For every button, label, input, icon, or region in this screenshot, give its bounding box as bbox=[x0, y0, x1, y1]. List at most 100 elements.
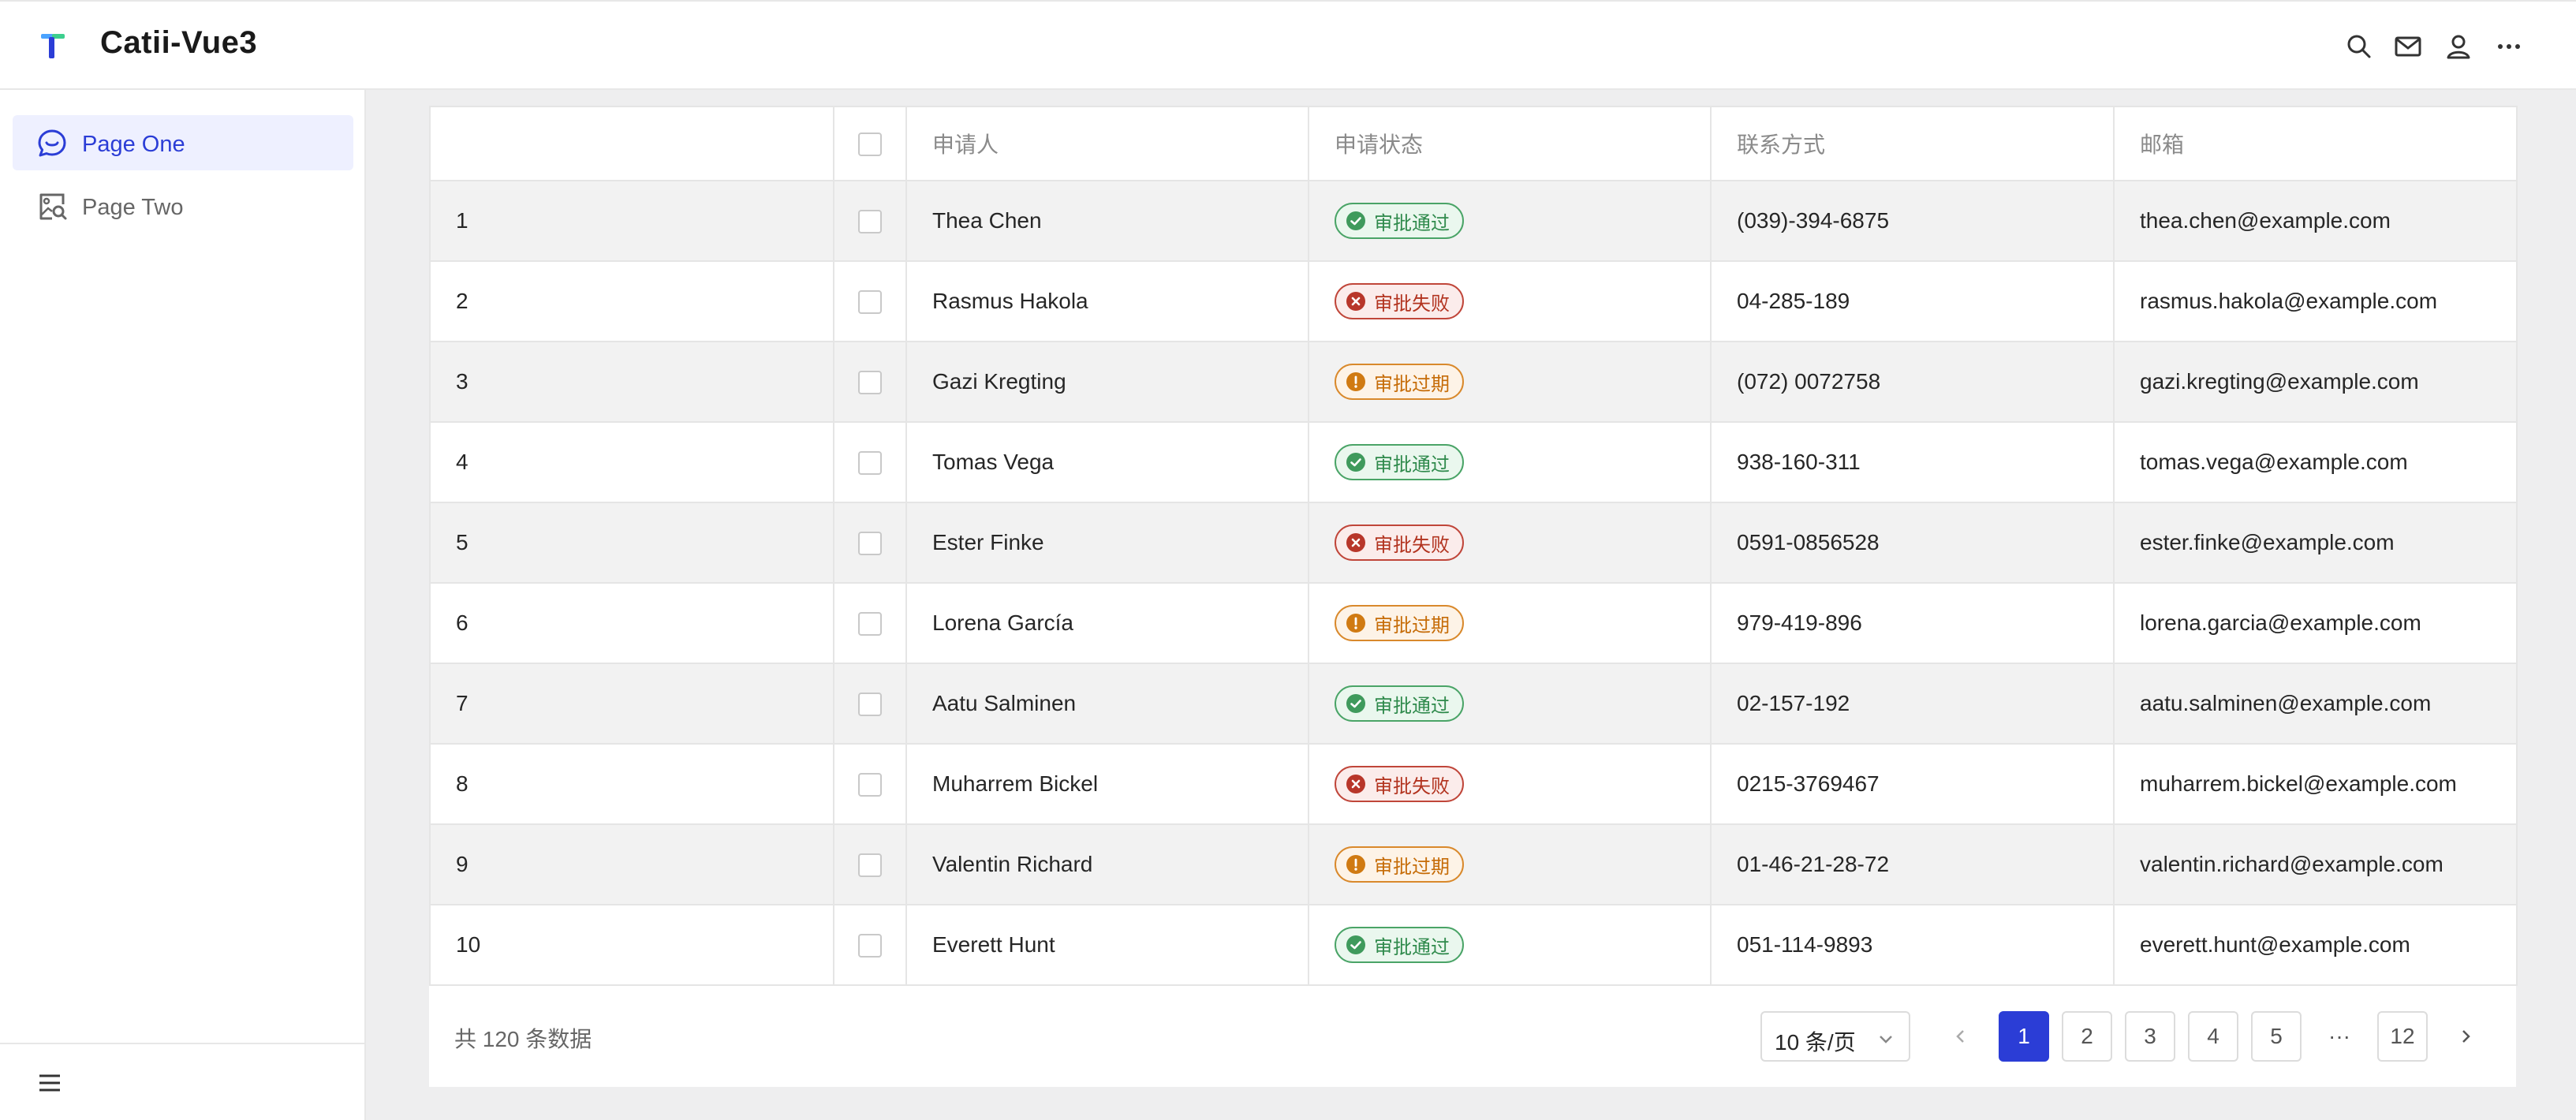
row-index: 9 bbox=[429, 823, 834, 905]
table-row[interactable]: 5 Ester Finke 审批失败 0591-0856528 ester.finke@… bbox=[429, 502, 2518, 584]
contact-email: rasmus.hakola@example.com bbox=[2113, 260, 2518, 342]
user-icon[interactable] bbox=[2443, 32, 2473, 62]
column-header-status[interactable]: 申请状态 bbox=[1308, 106, 1712, 181]
table-row[interactable]: 4 Tomas Vega 审批通过 938-160-311 tomas.vega@exa… bbox=[429, 421, 2518, 503]
app-title: Catii-Vue3 bbox=[100, 25, 258, 60]
table-row[interactable]: 6 Lorena García 审批过期 979-419-896 lorena.garc… bbox=[429, 582, 2518, 664]
sidebar-item-page-two[interactable]: Page Two bbox=[13, 178, 353, 233]
applicant-name: Ester Finke bbox=[905, 502, 1309, 584]
next-page-button[interactable] bbox=[2440, 1011, 2491, 1062]
contact-phone: 01-46-21-28-72 bbox=[1710, 823, 2115, 905]
status-text: 审批过期 bbox=[1374, 614, 1450, 637]
status-text: 审批失败 bbox=[1374, 293, 1450, 315]
table-row[interactable]: 1 Thea Chen 审批通过 (039)-394-6875 thea.chen@ex… bbox=[429, 180, 2518, 262]
status-cell: 审批过期 bbox=[1308, 341, 1712, 423]
applicant-name: Lorena García bbox=[905, 582, 1309, 664]
row-select-cell bbox=[833, 743, 907, 825]
contact-email: valentin.richard@example.com bbox=[2113, 823, 2518, 905]
row-checkbox[interactable] bbox=[858, 532, 882, 556]
table-card: 申请人 申请状态 联系方式 邮箱 1 Thea Chen 审批通过 (039)-394… bbox=[429, 106, 2518, 1087]
status-text: 审批失败 bbox=[1374, 534, 1450, 556]
contact-email: muharrem.bickel@example.com bbox=[2113, 743, 2518, 825]
top-header: Catii-Vue3 bbox=[0, 0, 2576, 90]
row-select-cell bbox=[833, 582, 907, 664]
row-select-cell bbox=[833, 823, 907, 905]
page-button-12[interactable]: 12 bbox=[2377, 1011, 2428, 1062]
chevron-down-icon bbox=[1880, 1036, 1892, 1043]
row-index: 1 bbox=[429, 180, 834, 262]
page-button-5[interactable]: 5 bbox=[2251, 1011, 2302, 1062]
sidebar-item-page-one[interactable]: Page One bbox=[13, 115, 353, 170]
page-button-3[interactable]: 3 bbox=[2125, 1011, 2175, 1062]
check-circle-icon bbox=[1346, 211, 1365, 230]
page-size-value: 10 条/页 bbox=[1775, 1030, 1856, 1055]
status-text: 审批过期 bbox=[1374, 856, 1450, 878]
applicant-name: Thea Chen bbox=[905, 180, 1309, 262]
search-icon[interactable] bbox=[2344, 32, 2374, 62]
contact-phone: 0215-3769467 bbox=[1710, 743, 2115, 825]
contact-phone: 938-160-311 bbox=[1710, 421, 2115, 503]
status-cell: 审批过期 bbox=[1308, 582, 1712, 664]
prev-page-button[interactable] bbox=[1936, 1011, 1986, 1062]
status-badge: 审批通过 bbox=[1335, 444, 1464, 480]
warning-circle-icon bbox=[1346, 855, 1365, 874]
status-text: 审批过期 bbox=[1374, 373, 1450, 395]
check-circle-icon bbox=[1346, 935, 1365, 954]
table-row[interactable]: 3 Gazi Kregting 审批过期 (072) 0072758 gazi.kreg… bbox=[429, 341, 2518, 423]
page-button-1[interactable]: 1 bbox=[1999, 1011, 2049, 1062]
row-index: 3 bbox=[429, 341, 834, 423]
row-select-cell bbox=[833, 502, 907, 584]
table-row[interactable]: 7 Aatu Salminen 审批通过 02-157-192 aatu.salmine… bbox=[429, 663, 2518, 745]
page-size-select[interactable]: 10 条/页 bbox=[1760, 1011, 1910, 1062]
row-checkbox[interactable] bbox=[858, 693, 882, 717]
status-text: 审批通过 bbox=[1374, 212, 1450, 234]
status-badge: 审批过期 bbox=[1335, 846, 1464, 883]
menu-icon[interactable] bbox=[36, 1071, 63, 1095]
row-checkbox[interactable] bbox=[858, 773, 882, 797]
applicant-name: Aatu Salminen bbox=[905, 663, 1309, 745]
total-count: 共 120 条数据 bbox=[454, 1027, 592, 1051]
column-header-contact[interactable]: 联系方式 bbox=[1710, 106, 2115, 181]
contact-email: gazi.kregting@example.com bbox=[2113, 341, 2518, 423]
status-cell: 审批通过 bbox=[1308, 904, 1712, 986]
row-checkbox[interactable] bbox=[858, 451, 882, 476]
close-circle-icon bbox=[1346, 775, 1365, 793]
select-all-checkbox[interactable] bbox=[858, 133, 882, 157]
table-row[interactable]: 9 Valentin Richard 审批过期 01-46-21-28-72 valen… bbox=[429, 823, 2518, 905]
status-text: 审批通过 bbox=[1374, 936, 1450, 958]
row-checkbox[interactable] bbox=[858, 290, 882, 315]
page-button-2[interactable]: 2 bbox=[2062, 1011, 2112, 1062]
contact-phone: 051-114-9893 bbox=[1710, 904, 2115, 986]
applicant-name: Rasmus Hakola bbox=[905, 260, 1309, 342]
contact-email: tomas.vega@example.com bbox=[2113, 421, 2518, 503]
applicant-name: Tomas Vega bbox=[905, 421, 1309, 503]
table-row[interactable]: 10 Everett Hunt 审批通过 051-114-9893 everett.hu… bbox=[429, 904, 2518, 986]
applicant-name: Everett Hunt bbox=[905, 904, 1309, 986]
row-select-cell bbox=[833, 180, 907, 262]
close-circle-icon bbox=[1346, 533, 1365, 552]
warning-circle-icon bbox=[1346, 372, 1365, 391]
row-checkbox[interactable] bbox=[858, 853, 882, 878]
chat-icon bbox=[38, 129, 66, 157]
column-header-email[interactable]: 邮箱 bbox=[2113, 106, 2518, 181]
column-header-applicant[interactable]: 申请人 bbox=[905, 106, 1309, 181]
contact-email: everett.hunt@example.com bbox=[2113, 904, 2518, 986]
more-icon[interactable] bbox=[2494, 32, 2524, 62]
chevron-right-icon bbox=[2462, 1030, 2470, 1043]
page-button-4[interactable]: 4 bbox=[2188, 1011, 2238, 1062]
row-index: 5 bbox=[429, 502, 834, 584]
table-row[interactable]: 2 Rasmus Hakola 审批失败 04-285-189 rasmus.hakol… bbox=[429, 260, 2518, 342]
table-header-row: 申请人 申请状态 联系方式 邮箱 bbox=[429, 106, 2518, 181]
table-row[interactable]: 8 Muharrem Bickel 审批失败 0215-3769467 muharrem… bbox=[429, 743, 2518, 825]
row-checkbox[interactable] bbox=[858, 934, 882, 958]
status-badge: 审批失败 bbox=[1335, 283, 1464, 319]
mail-icon[interactable] bbox=[2393, 32, 2423, 62]
contact-phone: (039)-394-6875 bbox=[1710, 180, 2115, 262]
row-checkbox[interactable] bbox=[858, 371, 882, 395]
row-checkbox[interactable] bbox=[858, 210, 882, 234]
sidebar-item-label: Page Two bbox=[82, 195, 184, 220]
status-badge: 审批通过 bbox=[1335, 685, 1464, 722]
row-checkbox[interactable] bbox=[858, 612, 882, 637]
page-ellipsis[interactable]: ··· bbox=[2314, 1011, 2365, 1062]
status-badge: 审批失败 bbox=[1335, 766, 1464, 802]
